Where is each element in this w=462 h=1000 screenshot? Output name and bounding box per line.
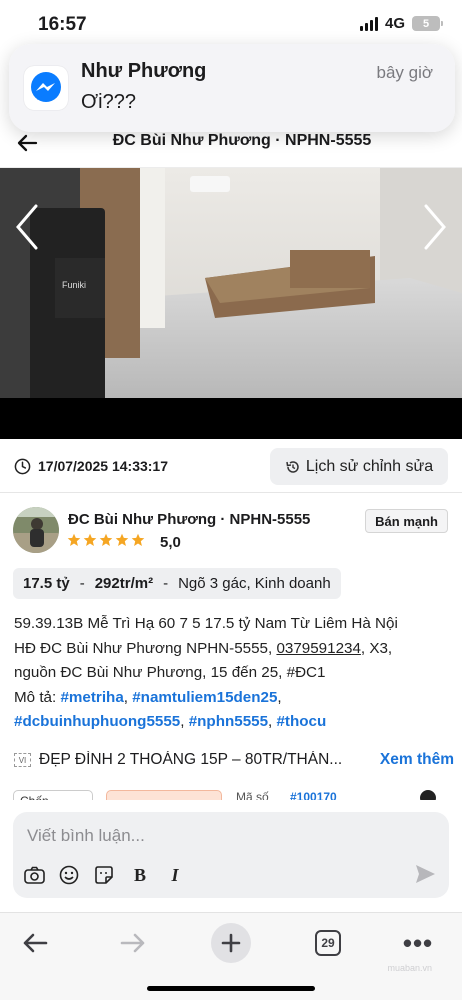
svg-text:Funiki: Funiki bbox=[62, 280, 86, 290]
listing-title-row: VI ĐẸP ĐÌNH 2 THOÁNG 15P – 80TR/THÁN... … bbox=[14, 749, 454, 771]
more-dots: ••• bbox=[402, 927, 434, 958]
price-total: 17.5 tỷ bbox=[23, 575, 70, 592]
status-bar: 16:57 4G 5 bbox=[0, 0, 462, 46]
price-summary: 17.5 tỷ - 292tr/m² - Ngõ 3 gác, Kinh doa… bbox=[13, 568, 341, 599]
see-more-link[interactable]: Xem thêm bbox=[380, 751, 454, 769]
bold-icon[interactable]: B bbox=[129, 864, 151, 886]
browser-back-icon[interactable] bbox=[15, 923, 55, 963]
new-tab-button[interactable] bbox=[211, 923, 251, 963]
divider bbox=[0, 492, 462, 493]
browser-toolbar: 29 ••• muaban.vn bbox=[0, 912, 462, 1000]
hashtag-link[interactable]: #metriha bbox=[60, 689, 123, 706]
star-icon bbox=[131, 533, 145, 546]
comment-panel: B I bbox=[0, 800, 462, 912]
star-icon bbox=[115, 533, 129, 546]
desc-line: HĐ ĐC Bùi Như Phương NPHN-5555, 03795912… bbox=[14, 637, 450, 662]
description-label: Mô tả: bbox=[14, 688, 57, 706]
status-badge: Bán mạnh bbox=[365, 509, 448, 533]
price-separator: - bbox=[79, 575, 85, 592]
star-icon bbox=[99, 533, 113, 546]
history-icon bbox=[286, 460, 299, 473]
camera-icon[interactable] bbox=[23, 864, 45, 886]
page-title: ĐC Bùi Như Phương · NPHN-5555 bbox=[112, 132, 372, 149]
status-time: 16:57 bbox=[38, 14, 87, 35]
next-photo-icon[interactable] bbox=[420, 202, 450, 252]
star-icon bbox=[83, 533, 97, 546]
edit-history-label: Lịch sử chỉnh sửa bbox=[305, 457, 434, 475]
author-name[interactable]: ĐC Bùi Như Phương · NPHN-5555 bbox=[68, 511, 310, 528]
hashtag-link[interactable]: #thocu bbox=[276, 713, 326, 730]
back-arrow-icon[interactable] bbox=[14, 130, 40, 156]
signal-icon bbox=[359, 16, 378, 31]
network-type: 4G bbox=[384, 15, 405, 32]
messenger-notification[interactable]: Như Phương Ơi??? bây giờ bbox=[9, 44, 455, 132]
post-description: 59.39.13B Mễ Trì Hạ 60 7 5 17.5 tỷ Nam T… bbox=[14, 612, 450, 735]
listing-title: ĐẸP ĐÌNH 2 THOÁNG 15P – 80TR/THÁN... bbox=[39, 751, 343, 768]
desc-line: #dcbuinhuphuong5555, #nphn5555, #thocu bbox=[14, 713, 327, 730]
desc-text: , X3, bbox=[360, 639, 393, 657]
translate-icon: VI bbox=[14, 753, 31, 767]
more-menu-icon[interactable]: ••• bbox=[398, 923, 438, 963]
desc-line: 59.39.13B Mễ Trì Hạ 60 7 5 17.5 tỷ Nam T… bbox=[14, 615, 398, 632]
desc-text: HĐ ĐC Bùi Như Phương NPHN-5555, bbox=[14, 639, 273, 657]
tabs-button[interactable]: 29 bbox=[308, 923, 348, 963]
avatar[interactable] bbox=[13, 507, 59, 553]
desc-line: nguồn ĐC Bùi Như Phương, 15 đến 25, #ĐC1 bbox=[14, 664, 326, 681]
hashtag-link[interactable]: #nphn5555 bbox=[189, 713, 268, 730]
price-features: Ngõ 3 gác, Kinh doanh bbox=[178, 575, 331, 592]
listing-photo[interactable]: Funiki bbox=[0, 168, 462, 439]
send-icon[interactable] bbox=[413, 862, 437, 886]
star-icon bbox=[67, 533, 81, 546]
watermark-logo: muaban.vn bbox=[387, 963, 432, 973]
rating-stars bbox=[67, 533, 145, 547]
status-indicators: 4G 5 bbox=[359, 15, 443, 32]
edit-history-button[interactable]: Lịch sử chỉnh sửa bbox=[270, 448, 448, 485]
price-per-m2: 292tr/m² bbox=[94, 575, 154, 592]
phone-link[interactable]: 0379591234 bbox=[276, 640, 360, 657]
previous-photo-icon[interactable] bbox=[12, 202, 42, 252]
comment-input[interactable] bbox=[27, 824, 407, 848]
browser-forward-icon[interactable] bbox=[113, 923, 153, 963]
post-timestamp: 17/07/2025 14:33:17 bbox=[38, 458, 168, 474]
desc-line: Mô tả: #metriha, #namtuliem15den25, bbox=[14, 688, 282, 706]
home-indicator[interactable] bbox=[147, 986, 315, 991]
battery-icon: 5 bbox=[412, 16, 443, 31]
plus-icon bbox=[211, 923, 251, 963]
sticker-icon[interactable] bbox=[93, 864, 115, 886]
clock-icon bbox=[14, 458, 31, 475]
notification-message: Ơi??? bbox=[81, 91, 136, 113]
messenger-icon bbox=[24, 66, 68, 110]
hashtag-link[interactable]: #namtuliem15den25 bbox=[132, 689, 277, 706]
notification-time: bây giờ bbox=[376, 63, 433, 82]
emoji-icon[interactable] bbox=[58, 864, 80, 886]
post-meta-row: 17/07/2025 14:33:17 Lịch sử chỉnh sửa bbox=[0, 446, 462, 488]
italic-icon[interactable]: I bbox=[164, 864, 186, 886]
notification-sender: Như Phương bbox=[81, 60, 207, 82]
rating-value: 5,0 bbox=[160, 534, 181, 551]
comment-box: B I bbox=[13, 812, 449, 898]
price-separator: - bbox=[163, 575, 169, 592]
tabs-count: 29 bbox=[315, 930, 341, 956]
hashtag-link[interactable]: #dcbuinhuphuong5555 bbox=[14, 713, 180, 730]
